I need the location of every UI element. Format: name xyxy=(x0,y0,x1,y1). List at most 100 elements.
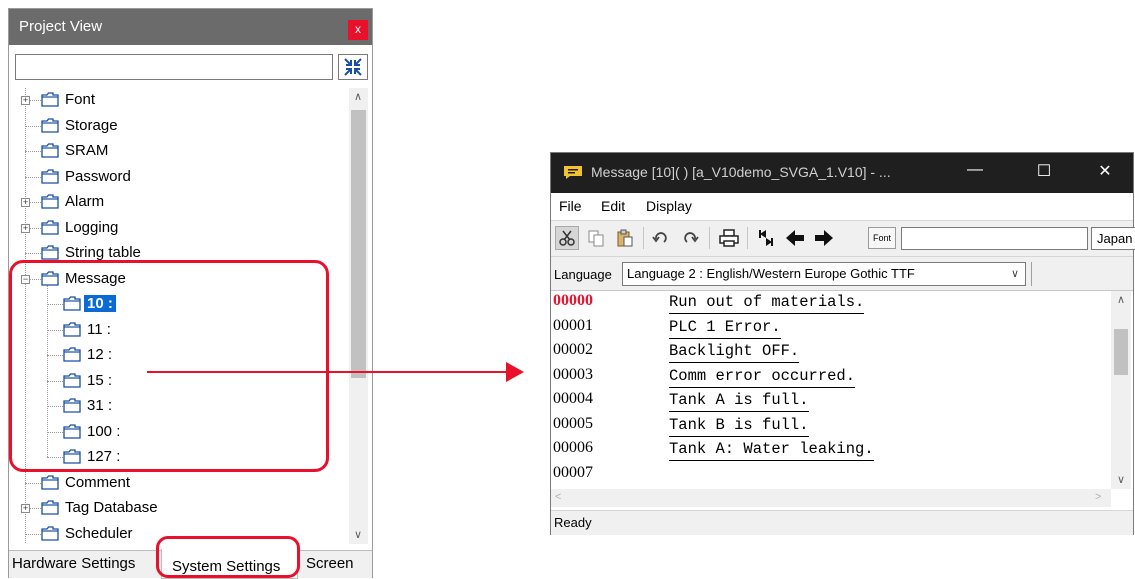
expand-icon[interactable]: + xyxy=(21,223,30,233)
tree-item-label: String table xyxy=(65,244,141,261)
tab-screen[interactable]: Screen xyxy=(306,555,354,572)
minimize-button[interactable]: — xyxy=(953,161,997,185)
message-text[interactable]: Tank A is full. xyxy=(669,391,809,412)
font-button[interactable]: Font xyxy=(868,227,896,249)
message-row[interactable]: 00000 Run out of materials. xyxy=(551,291,1111,315)
tree-search-input[interactable] xyxy=(15,54,333,80)
tree-item-storage[interactable]: Storage xyxy=(15,114,350,139)
language-label: Language xyxy=(554,267,612,282)
message-text[interactable]: Tank A: Water leaking. xyxy=(669,440,874,461)
tree-item-label: Tag Database xyxy=(65,499,158,516)
tree-connector xyxy=(25,151,41,152)
tree-item-label: Alarm xyxy=(65,193,105,210)
message-row[interactable]: 00006 Tank A: Water leaking. xyxy=(551,438,1111,462)
message-row[interactable]: 00004 Tank A is full. xyxy=(551,389,1111,413)
scissors-icon xyxy=(559,230,575,246)
window-close-button[interactable]: ✕ xyxy=(1083,161,1127,185)
tree-item-label: Logging xyxy=(65,218,119,236)
message-highlight-box xyxy=(9,260,329,472)
tree-item-password[interactable]: Password xyxy=(15,165,350,190)
message-number: 00007 xyxy=(553,463,593,481)
message-text[interactable]: Comm error occurred. xyxy=(669,367,856,388)
tree-item-label: Comment xyxy=(65,473,131,491)
next-button[interactable] xyxy=(812,226,836,250)
message-row[interactable]: 00003 Comm error occurred. xyxy=(551,365,1111,389)
scroll-up-icon[interactable]: ∧ xyxy=(354,90,362,103)
redo-icon xyxy=(684,232,699,243)
message-row[interactable]: 00001 PLC 1 Error. xyxy=(551,316,1111,340)
message-app-icon xyxy=(564,166,582,179)
tree-item-label: Password xyxy=(65,167,131,185)
expand-icon[interactable]: + xyxy=(21,504,30,513)
message-row[interactable]: 00007 xyxy=(551,463,1111,487)
message-window: Message [10]( ) [a_V10demo_SVGA_1.V10] -… xyxy=(550,152,1135,535)
printer-icon xyxy=(719,229,739,247)
paste-icon xyxy=(617,229,633,247)
message-text[interactable]: Backlight OFF. xyxy=(669,342,800,363)
tree-item-font[interactable]: + Font xyxy=(15,88,350,113)
tree-item-tag-database[interactable]: + Tag Database xyxy=(15,496,350,521)
message-row[interactable]: 00005 Tank B is full. xyxy=(551,414,1111,438)
scroll-up-icon[interactable]: ∧ xyxy=(1117,293,1125,306)
jump-button[interactable] xyxy=(754,226,778,250)
message-vertical-scrollbar[interactable]: ∧ ∨ xyxy=(1111,291,1131,489)
expand-icon[interactable]: + xyxy=(21,198,30,207)
message-number: 00003 xyxy=(553,365,593,383)
tree-item-sram[interactable]: SRAM xyxy=(15,139,350,164)
tree-item-logging[interactable]: + Logging xyxy=(15,216,350,241)
folder-icon xyxy=(41,474,59,490)
undo-button[interactable] xyxy=(649,226,673,250)
close-button[interactable]: x xyxy=(348,20,368,40)
tree-item-comment[interactable]: Comment xyxy=(15,471,350,496)
tree-vertical-scrollbar[interactable]: ∧ ∨ xyxy=(349,88,368,544)
message-number: 00000 xyxy=(553,292,593,309)
paste-button[interactable] xyxy=(613,226,637,250)
expand-icon[interactable]: + xyxy=(21,96,30,105)
message-row[interactable]: 00002 Backlight OFF. xyxy=(551,340,1111,364)
folder-icon xyxy=(41,219,59,235)
toolbar: Font Japan xyxy=(551,220,1135,256)
folder-icon xyxy=(41,168,59,184)
jump-arrows-icon xyxy=(759,230,773,246)
toolbar-text-input[interactable] xyxy=(901,227,1088,250)
arrow-left-icon xyxy=(786,230,804,246)
language-select[interactable]: Language 2 : English/Western Europe Goth… xyxy=(622,262,1026,286)
maximize-button[interactable]: ☐ xyxy=(1022,161,1066,185)
japanese-language-button[interactable]: Japan xyxy=(1091,227,1135,250)
message-text[interactable]: Run out of materials. xyxy=(669,293,865,314)
redo-button[interactable] xyxy=(678,226,702,250)
message-text[interactable]: Tank B is full. xyxy=(669,416,809,437)
pointer-arrow-head xyxy=(506,362,524,382)
toolbar-separator xyxy=(747,227,748,249)
collapse-all-button[interactable] xyxy=(338,54,368,80)
project-view-title: Project View xyxy=(19,18,103,35)
pointer-arrow-line xyxy=(147,371,517,373)
chevron-down-icon: ∨ xyxy=(1010,268,1019,280)
scroll-left-icon[interactable]: < xyxy=(555,491,561,503)
scrollbar-thumb[interactable] xyxy=(351,110,366,378)
language-bar-divider xyxy=(1031,262,1034,286)
scroll-right-icon[interactable]: > xyxy=(1095,491,1101,503)
menu-file[interactable]: File xyxy=(559,198,582,214)
message-number: 00001 xyxy=(553,316,593,334)
scrollbar-thumb[interactable] xyxy=(1114,329,1128,375)
scroll-down-icon[interactable]: ∨ xyxy=(1117,473,1125,486)
tab-hardware-settings[interactable]: Hardware Settings xyxy=(12,555,135,572)
folder-icon xyxy=(41,117,59,133)
previous-button[interactable] xyxy=(783,226,807,250)
undo-icon xyxy=(652,232,667,243)
scroll-down-icon[interactable]: ∨ xyxy=(354,528,362,541)
toolbar-separator xyxy=(709,227,710,249)
project-view-titlebar: Project View x xyxy=(9,9,372,45)
message-number: 00005 xyxy=(553,414,593,432)
print-button[interactable] xyxy=(717,226,741,250)
tree-item-alarm[interactable]: + Alarm xyxy=(15,190,350,215)
menu-display[interactable]: Display xyxy=(646,198,692,214)
tree-connector xyxy=(25,253,41,254)
copy-button[interactable] xyxy=(584,226,608,250)
menu-edit[interactable]: Edit xyxy=(601,198,625,214)
cut-button[interactable] xyxy=(555,226,579,250)
message-list: 00000 Run out of materials. 00001 PLC 1 Err… xyxy=(551,290,1133,491)
message-text[interactable]: PLC 1 Error. xyxy=(669,318,781,339)
message-horizontal-scrollbar[interactable]: < > xyxy=(551,489,1111,507)
